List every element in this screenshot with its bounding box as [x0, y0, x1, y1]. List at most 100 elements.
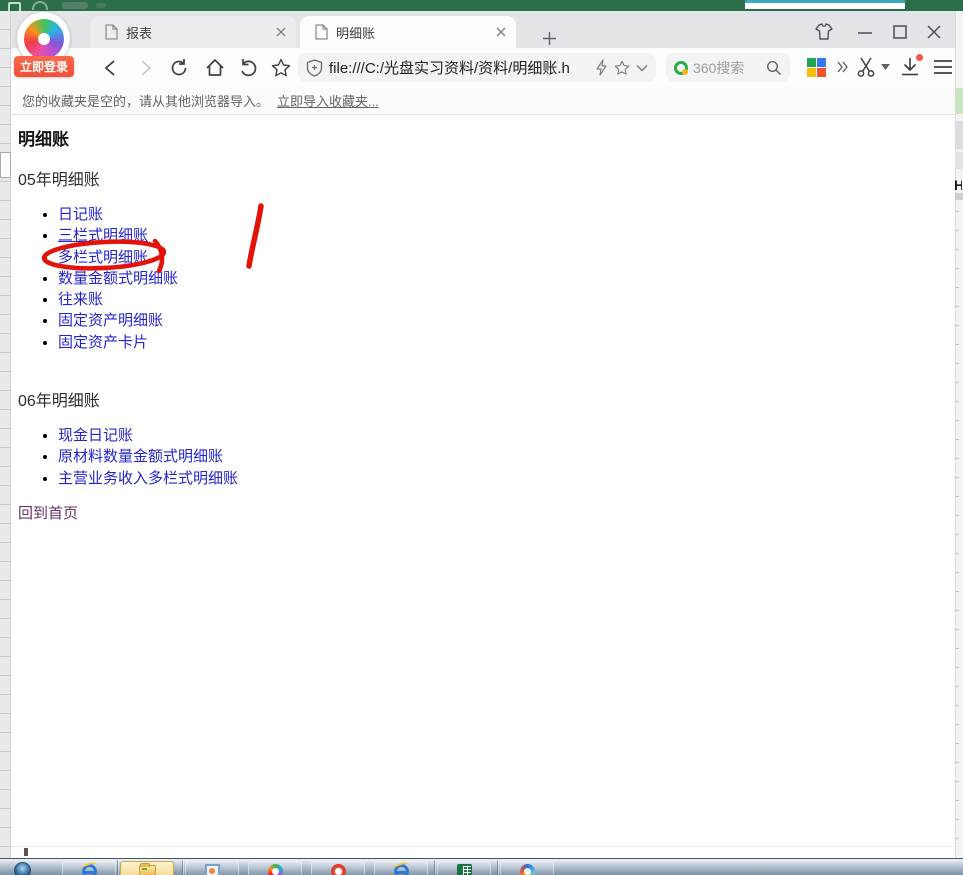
import-bookmarks-link[interactable]: 立即导入收藏夹... — [277, 91, 379, 110]
link-list-05: 日记账 三栏式明细账 多栏式明细账 数量金额式明细账 往来账 固定资产明细账 固… — [18, 204, 178, 353]
close-tab-icon[interactable] — [496, 27, 506, 37]
bookmarks-empty-message: 您的收藏夹是空的，请从其他浏览器导入。 — [22, 93, 270, 109]
browser-logo-area: 立即登录 — [14, 9, 74, 79]
section-heading-06: 06年明细账 — [18, 393, 100, 410]
browser-toolbar: file:///C:/光盘实习资料/资料/明细账.h 360搜索 — [11, 48, 955, 86]
folder-icon — [138, 863, 156, 875]
maximize-button[interactable] — [887, 20, 913, 44]
list-item: 固定资产明细账 — [58, 310, 178, 331]
screen: H 报表 明细账 file:///C:/光盘实习资料/资料/明细账.h 360搜… — [0, 0, 963, 875]
excel-title-fragment — [62, 2, 88, 9]
restore-closed-tab-button[interactable] — [237, 56, 261, 80]
screenshot-scissors-icon[interactable] — [854, 55, 878, 79]
list-item: 三栏式明细账 — [58, 225, 178, 246]
taskbar-excel-button[interactable] — [437, 861, 491, 875]
link-sanlan[interactable]: 三栏式明细账 — [58, 227, 148, 244]
app-grid-icon[interactable] — [804, 55, 828, 79]
back-button[interactable] — [99, 56, 123, 80]
start-button[interactable] — [14, 862, 31, 875]
excel-title-fragment — [96, 3, 106, 8]
list-item: 原材料数量金额式明细账 — [58, 446, 238, 467]
forward-button[interactable] — [133, 56, 157, 80]
theme-skin-button[interactable] — [810, 20, 836, 44]
list-item: 固定资产卡片 — [58, 332, 178, 353]
url-text[interactable]: file:///C:/光盘实习资料/资料/明细账.h — [329, 57, 589, 78]
ie-icon — [81, 864, 97, 875]
colorful-app-icon — [519, 864, 535, 875]
link-guding-mingxi[interactable]: 固定资产明细账 — [58, 312, 163, 329]
download-notification-dot — [916, 54, 923, 61]
ie-icon — [393, 864, 409, 875]
360-search-logo-icon — [674, 60, 688, 75]
list-item: 日记账 — [58, 204, 178, 225]
excel-ui-fragment — [745, 0, 905, 9]
bookmarks-bar: 您的收藏夹是空的，请从其他浏览器导入。 立即导入收藏夹... — [11, 86, 955, 115]
page-file-icon — [314, 24, 328, 40]
taskbar-ie2-button[interactable] — [374, 861, 428, 875]
excel-gridline-ticks — [955, 211, 959, 851]
link-list-06: 现金日记账 原材料数量金额式明细账 主营业务收入多栏式明细账 — [18, 425, 238, 489]
excel-right-sliver: H — [954, 11, 963, 858]
link-wanglai[interactable]: 往来账 — [58, 291, 103, 308]
excel-cell-fragment — [955, 152, 963, 169]
scissors-dropdown-caret[interactable] — [880, 55, 890, 79]
tab-title: 明细账 — [336, 25, 376, 41]
close-tab-icon[interactable] — [276, 27, 286, 37]
taskbar-separator — [118, 860, 119, 875]
search-icon[interactable] — [766, 60, 782, 76]
home-button[interactable] — [203, 56, 227, 80]
favorites-star-button[interactable] — [269, 56, 293, 80]
lightning-icon[interactable] — [595, 59, 608, 76]
list-item: 主营业务收入多栏式明细账 — [58, 468, 238, 489]
link-duolan[interactable]: 多栏式明细账 — [58, 249, 148, 266]
taskbar-360-safe-button[interactable] — [311, 861, 365, 875]
excel-icon — [456, 864, 472, 875]
taskbar-separator — [435, 860, 436, 875]
browser-bottom-edge — [11, 846, 955, 847]
excel-cell-fragment — [955, 121, 963, 149]
minimize-button[interactable] — [852, 20, 878, 44]
close-window-button[interactable] — [921, 20, 947, 44]
refresh-button[interactable] — [167, 56, 191, 80]
photo-viewer-icon — [204, 864, 220, 875]
excel-partial-text: H — [954, 177, 962, 193]
taskbar-photo-viewer-button[interactable] — [185, 861, 239, 875]
link-guding-kapian[interactable]: 固定资产卡片 — [58, 334, 148, 351]
address-bar[interactable]: file:///C:/光盘实习资料/资料/明细账.h — [298, 53, 656, 82]
page-title: 明细账 — [18, 130, 69, 149]
section-heading-05: 05年明细账 — [18, 172, 100, 189]
excel-namebox-fragment — [0, 152, 11, 178]
link-zhuying[interactable]: 主营业务收入多栏式明细账 — [58, 470, 238, 487]
download-icon[interactable] — [897, 54, 923, 79]
taskbar-360-browser-button[interactable] — [248, 861, 302, 875]
search-placeholder[interactable]: 360搜索 — [693, 58, 766, 78]
menu-hamburger-icon[interactable] — [931, 55, 955, 79]
taskbar-ie-button[interactable] — [62, 861, 116, 875]
tab-ledger-active[interactable]: 明细账 — [300, 16, 516, 48]
taskbar-app-button[interactable] — [500, 861, 554, 875]
bookmark-star-icon[interactable] — [614, 60, 630, 76]
more-extensions-chevrons[interactable] — [834, 55, 850, 79]
tab-report[interactable]: 报表 — [90, 16, 296, 48]
tab-title: 报表 — [126, 25, 153, 41]
link-xianjin[interactable]: 现金日记账 — [58, 427, 133, 444]
excel-row-header-sliver — [0, 11, 11, 858]
excel-cell-fragment — [955, 193, 963, 200]
login-now-badge[interactable]: 立即登录 — [14, 56, 74, 77]
search-box[interactable]: 360搜索 — [666, 53, 790, 82]
list-item: 往来账 — [58, 289, 178, 310]
page-content: 明细账 05年明细账 日记账 三栏式明细账 多栏式明细账 数量金额式明细账 往来… — [11, 115, 955, 846]
shield-icon — [306, 58, 323, 77]
list-item: 现金日记账 — [58, 425, 238, 446]
chevron-down-icon[interactable] — [636, 64, 648, 72]
excel-status-fragment — [24, 848, 28, 856]
link-riji[interactable]: 日记账 — [58, 206, 103, 223]
list-item: 多栏式明细账 — [58, 247, 178, 268]
taskbar-explorer-button-active[interactable] — [120, 861, 174, 875]
back-to-home-link[interactable]: 回到首页 — [18, 502, 78, 523]
excel-green-cell-fragment — [955, 88, 963, 114]
link-shuliang[interactable]: 数量金额式明细账 — [58, 270, 178, 287]
list-item: 数量金额式明细账 — [58, 268, 178, 289]
link-yuancailiao[interactable]: 原材料数量金额式明细账 — [58, 448, 223, 465]
360-browser-icon — [267, 864, 283, 875]
